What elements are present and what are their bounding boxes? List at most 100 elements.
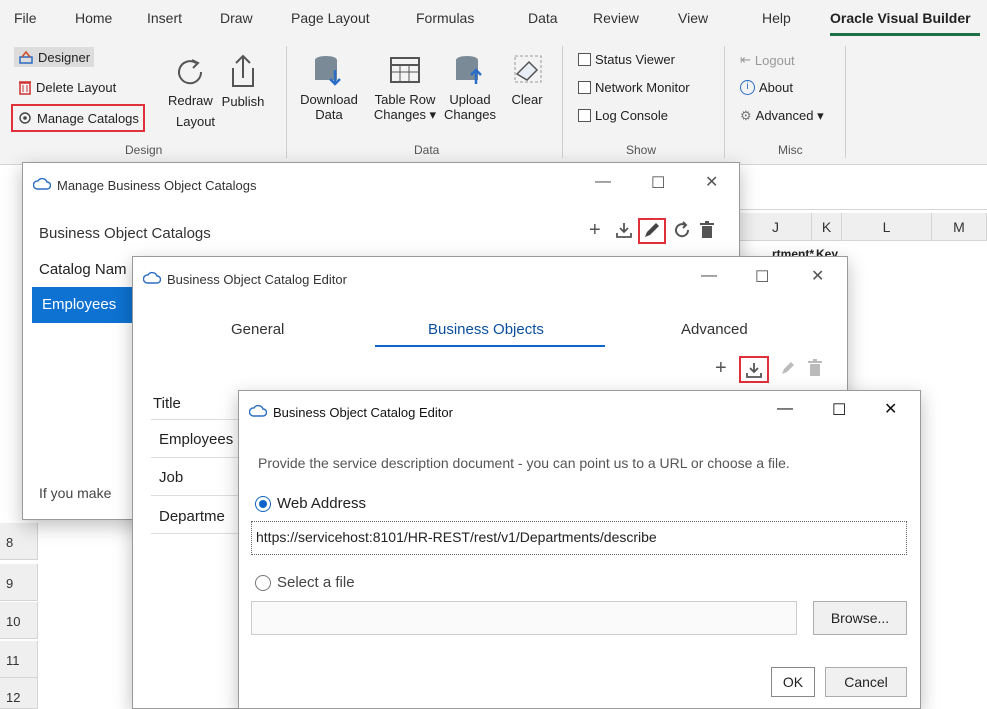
tab-home[interactable]: Home [75,10,112,26]
active-tab-underline [375,345,605,347]
list-item[interactable]: Departme [159,508,225,525]
column-header-m[interactable]: M [932,213,987,241]
status-viewer-checkbox[interactable]: Status Viewer [578,52,675,67]
trash-icon[interactable] [807,358,823,381]
list-item[interactable]: Job [159,469,183,486]
tab-draw[interactable]: Draw [220,10,253,26]
url-input[interactable]: https://servicehost:8101/HR-REST/rest/v1… [251,521,907,555]
tab-oracle-visual-builder[interactable]: Oracle Visual Builder [830,10,971,26]
add-icon[interactable]: + [589,219,601,242]
divider [151,419,241,420]
instruction-text: Provide the service description document… [258,455,790,471]
file-path-input[interactable] [251,601,797,635]
refresh-icon[interactable] [673,221,691,242]
footer-note: If you make [39,485,112,501]
tab-advanced[interactable]: Advanced [681,321,748,338]
download-data-button[interactable]: Download Data [296,52,362,122]
tab-data[interactable]: Data [528,10,558,26]
select-file-radio[interactable]: Select a file [255,574,355,591]
import-icon [745,363,763,382]
maximize-button[interactable]: ☐ [651,173,665,193]
active-tab-indicator [830,33,980,36]
separator [845,46,846,158]
tab-file[interactable]: File [14,10,37,26]
row-header[interactable]: 10 [0,602,38,639]
add-icon[interactable]: + [715,357,727,380]
ok-button[interactable]: OK [771,667,815,697]
tab-page-layout[interactable]: Page Layout [291,10,370,26]
title-column-header[interactable]: Title [153,395,181,412]
table-row-changes-button[interactable]: Table Row Changes ▾ [370,52,440,122]
cancel-button[interactable]: Cancel [825,667,907,697]
logout-button[interactable]: ⇤ Logout [740,52,795,68]
designer-icon [18,49,34,65]
import-business-object-button[interactable] [739,356,769,383]
tab-review[interactable]: Review [593,10,639,26]
row-header[interactable]: 8 [0,523,38,560]
logout-icon: ⇤ [740,52,751,67]
log-console-checkbox[interactable]: Log Console [578,108,668,123]
about-button[interactable]: i About [740,80,793,95]
tab-general[interactable]: General [231,321,284,338]
manage-catalogs-button[interactable]: Manage Catalogs [11,104,145,132]
browse-button[interactable]: Browse... [813,601,907,635]
designer-button[interactable]: Designer [14,47,95,67]
separator [286,46,287,158]
upload-changes-icon [440,52,500,88]
tab-formulas[interactable]: Formulas [416,10,474,26]
table-row-icon [370,52,440,88]
checkbox-icon [578,109,591,122]
dialog-title: Business Object Catalog Editor [142,271,347,288]
column-header-l[interactable]: L [842,213,932,241]
formula-bar[interactable] [740,170,987,210]
ribbon-tabs: File Home Insert Draw Page Layout Formul… [0,0,987,40]
dialog-title: Manage Business Object Catalogs [32,177,256,194]
catalog-row-employees[interactable]: Employees [32,287,142,323]
divider [151,495,241,496]
delete-icon [18,79,32,95]
network-monitor-checkbox[interactable]: Network Monitor [578,80,690,95]
tab-view[interactable]: View [678,10,708,26]
web-address-radio[interactable]: Web Address [255,495,366,512]
redraw-layout-button[interactable]: Redraw [168,55,213,108]
data-group-label: Data [414,143,440,157]
design-group-label: Design [125,143,163,157]
catalog-name-column-header[interactable]: Catalog Nam [39,261,127,278]
row-header[interactable]: 11 [0,641,38,678]
service-description-dialog: Business Object Catalog Editor — ☐ ✕ Pro… [238,390,921,709]
import-icon[interactable] [615,221,633,242]
close-button[interactable]: ✕ [884,399,897,419]
tab-business-objects[interactable]: Business Objects [428,321,544,338]
column-header-k[interactable]: K [812,213,842,241]
close-button[interactable]: ✕ [705,172,718,192]
redraw-label-line2: Layout [176,114,216,129]
maximize-button[interactable]: ☐ [832,400,846,420]
minimize-button[interactable]: — [595,173,611,191]
row-header[interactable]: 12 [0,678,38,709]
column-header-j[interactable]: J [740,213,812,241]
gear-icon: ⚙ [740,108,752,123]
minimize-button[interactable]: — [777,400,793,418]
delete-layout-button[interactable]: Delete Layout [18,79,116,95]
cloud-icon [142,271,162,288]
trash-icon[interactable] [699,220,715,243]
radio-selected-icon [255,495,271,512]
pencil-icon[interactable] [779,359,797,380]
maximize-button[interactable]: ☐ [755,267,769,287]
radio-unselected-icon [255,574,271,591]
cloud-icon [32,177,52,194]
clear-button[interactable]: Clear [504,52,550,107]
list-item[interactable]: Employees [159,431,233,448]
separator [724,46,725,158]
publish-button[interactable]: Publish [218,52,268,109]
edit-catalog-button[interactable] [638,218,666,244]
tab-insert[interactable]: Insert [147,10,182,26]
close-button[interactable]: ✕ [811,266,824,286]
advanced-button[interactable]: ⚙ Advanced ▾ [740,108,824,124]
upload-changes-button[interactable]: Upload Changes [440,52,500,122]
tab-help[interactable]: Help [762,10,791,26]
info-icon: i [740,80,755,95]
minimize-button[interactable]: — [701,267,717,285]
row-header[interactable]: 9 [0,564,38,601]
divider [151,457,241,458]
